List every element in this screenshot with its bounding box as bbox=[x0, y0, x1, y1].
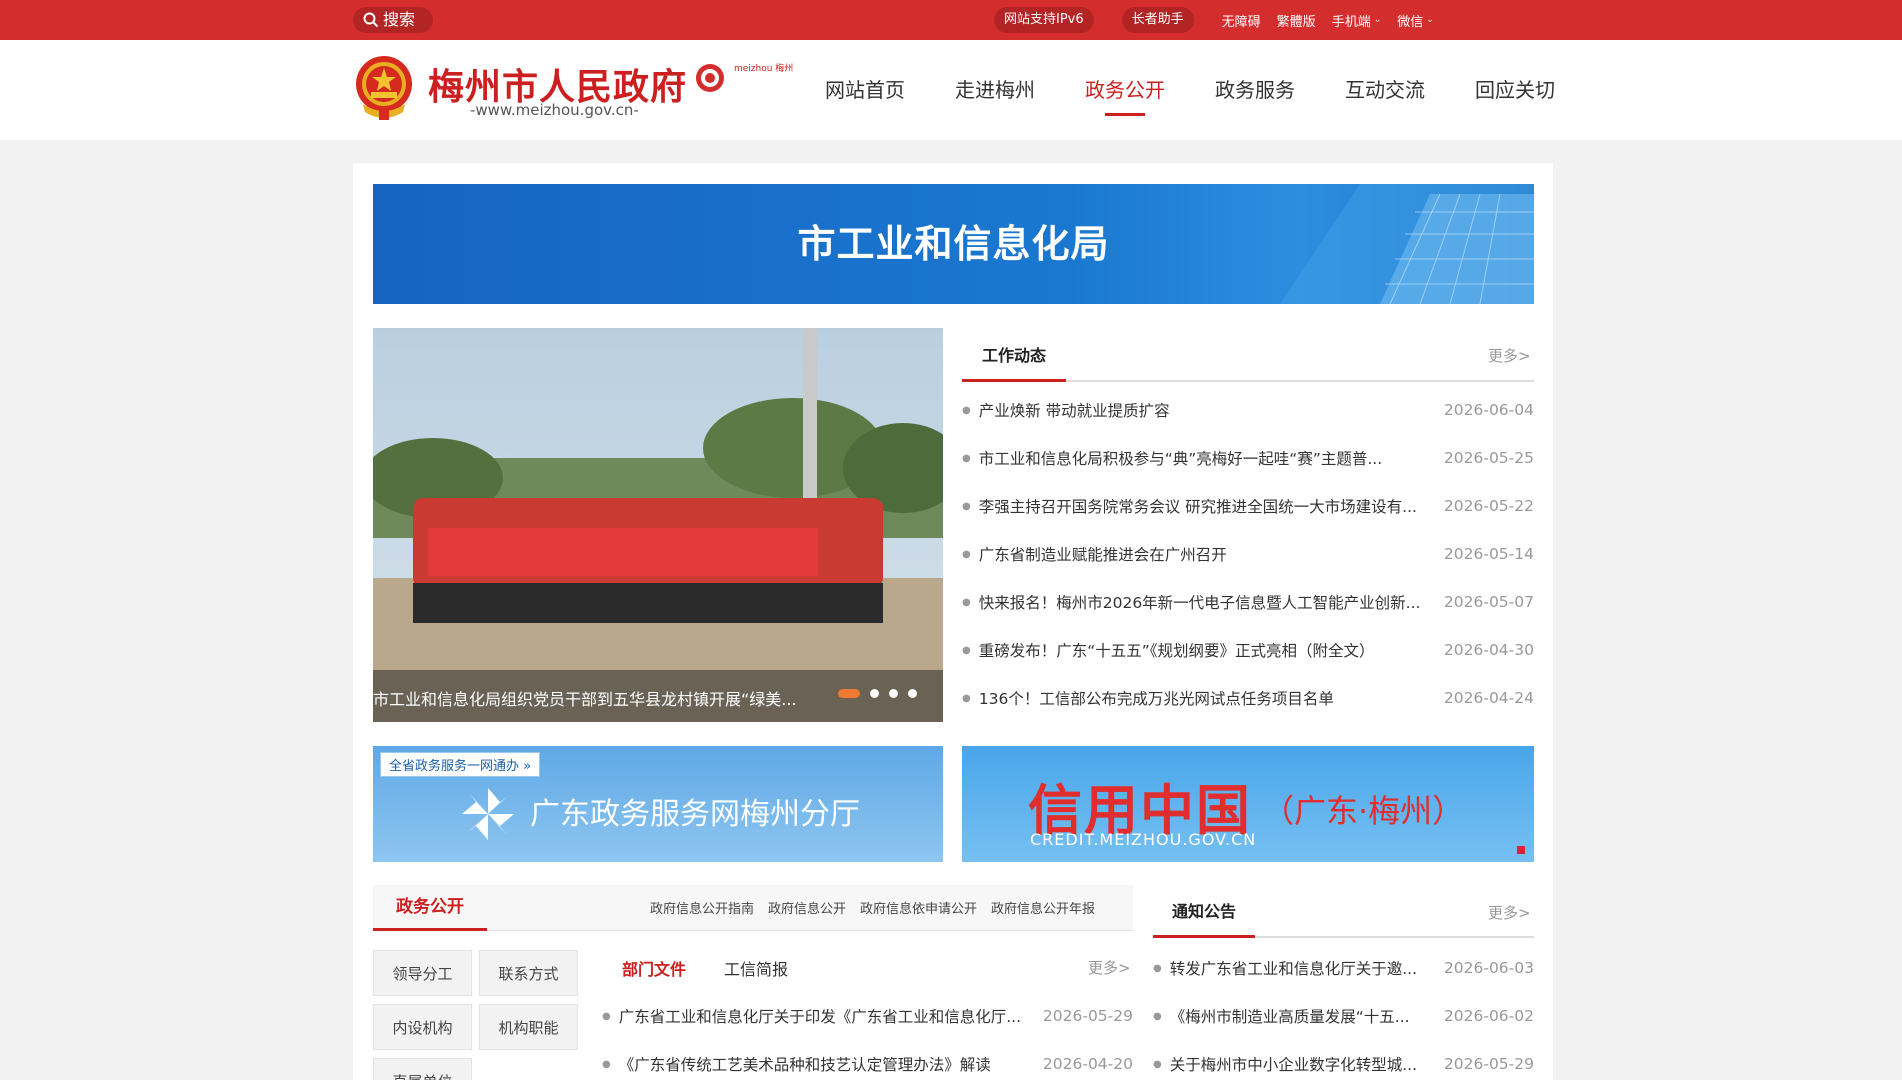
list-item[interactable]: ● 李强主持召开国务院常务会议 研究推进全国统一大市场建设有... 2026-05-… bbox=[962, 482, 1534, 530]
slide-caption[interactable]: 市工业和信息化局组织党员干部到五华县龙村镇开展“绿美... bbox=[373, 686, 813, 710]
top-links: 网站支持IPv6 长者助手 无障碍 繁體版 手机端 ⌄ 微信 ⌄ bbox=[994, 7, 1450, 33]
search-icon bbox=[363, 12, 379, 28]
list-item[interactable]: ● 广东省工业和信息化厅关于印发《广东省工业和信息化厅... 2026-05-29 bbox=[602, 992, 1133, 1040]
list-item[interactable]: ● 产业焕新 带动就业提质扩容 2026-06-04 bbox=[962, 386, 1534, 434]
slide-dot[interactable] bbox=[838, 689, 860, 698]
list-item[interactable]: ● 《广东省传统工艺美术品种和技艺认定管理办法》解读 2026-04-20 bbox=[602, 1040, 1133, 1080]
link-info-guide[interactable]: 政府信息公开指南 bbox=[650, 898, 754, 917]
gov-open-more-link[interactable]: 更多> bbox=[1088, 957, 1131, 978]
gd-service-title[interactable]: 广东政务服务网梅州分厅 bbox=[530, 789, 860, 833]
functions-button[interactable]: 机构职能 bbox=[479, 1004, 578, 1050]
nav-interaction[interactable]: 互动交流 bbox=[1320, 40, 1450, 140]
notices-more-link[interactable]: 更多> bbox=[1488, 902, 1531, 923]
wechat-dropdown[interactable]: 微信 ⌄ bbox=[1397, 11, 1434, 30]
top-bar: 搜索 网站支持IPv6 长者助手 无障碍 繁體版 手机端 ⌄ 微信 ⌄ bbox=[0, 0, 1902, 40]
mobile-dropdown[interactable]: 手机端 ⌄ bbox=[1332, 11, 1382, 30]
list-item[interactable]: ● 市工业和信息化局积极参与“典”亮梅好一起哇“赛”主题普... 2026-05-2… bbox=[962, 434, 1534, 482]
main-nav: 网站首页 走进梅州 政务公开 政务服务 互动交流 回应关切 bbox=[800, 40, 1580, 140]
banner-indicator bbox=[1517, 846, 1525, 854]
tab-work-news[interactable]: 工作动态 bbox=[962, 330, 1066, 382]
list-item[interactable]: ● 快来报名！梅州市2026年新一代电子信息暨人工智能产业创新... 2026-05… bbox=[962, 578, 1534, 626]
list-item[interactable]: ● 重磅发布！广东“十五五”《规划纲要》正式亮相（附全文） 2026-04-30 bbox=[962, 626, 1534, 674]
leader-division-button[interactable]: 领导分工 bbox=[373, 950, 472, 996]
photo-slideshow[interactable] bbox=[373, 328, 943, 722]
credit-china-subtitle: （广东·梅州） bbox=[1262, 792, 1465, 830]
tab-notices[interactable]: 通知公告 bbox=[1153, 886, 1255, 938]
elder-assistant-button[interactable]: 长者助手 bbox=[1121, 7, 1194, 33]
traditional-chinese-link[interactable]: 繁體版 bbox=[1277, 11, 1316, 30]
gd-service-tag[interactable]: 全省政务服务一网通办 » bbox=[380, 752, 541, 777]
link-info-open[interactable]: 政府信息公开 bbox=[768, 898, 846, 917]
group-photo bbox=[373, 328, 943, 722]
nav-concerns[interactable]: 回应关切 bbox=[1450, 40, 1580, 140]
slide-dot[interactable] bbox=[870, 689, 879, 698]
notices-header: 通知公告 bbox=[1153, 886, 1534, 938]
notices-list: ● 转发广东省工业和信息化厅关于邀... 2026-06-03 ● 《梅州市制造业高质… bbox=[1153, 944, 1534, 1080]
ipv6-badge[interactable]: 网站支持IPv6 bbox=[994, 7, 1094, 33]
list-item[interactable]: ● 《梅州市制造业高质量发展“十五... 2026-06-02 bbox=[1153, 992, 1534, 1040]
list-item[interactable]: ● 转发广东省工业和信息化厅关于邀... 2026-06-03 bbox=[1153, 944, 1534, 992]
search-button[interactable]: 搜索 bbox=[353, 7, 433, 33]
city-logo-text: meizhou 梅州 bbox=[734, 64, 794, 74]
nav-about-meizhou[interactable]: 走进梅州 bbox=[930, 40, 1060, 140]
nav-gov-services[interactable]: 政务服务 bbox=[1190, 40, 1320, 140]
slide-dots bbox=[838, 689, 917, 698]
work-news-more-link[interactable]: 更多> bbox=[1488, 345, 1531, 366]
work-news-header: 工作动态 bbox=[962, 330, 1534, 382]
list-item[interactable]: ● 136个！工信部公布完成万兆光网试点任务项目名单 2026-04-24 bbox=[962, 674, 1534, 722]
work-news-list: ● 产业焕新 带动就业提质扩容 2026-06-04 ● 市工业和信息化局积极参与“典… bbox=[962, 386, 1534, 722]
gov-open-links: 政府信息公开指南 政府信息公开 政府信息依申请公开 政府信息公开年报 bbox=[650, 898, 1095, 917]
pinwheel-icon bbox=[462, 788, 514, 840]
nav-home[interactable]: 网站首页 bbox=[800, 40, 930, 140]
tab-department-docs[interactable]: 部门文件 bbox=[622, 956, 686, 980]
department-docs-list: ● 广东省工业和信息化厅关于印发《广东省工业和信息化厅... 2026-05-29 … bbox=[602, 992, 1133, 1080]
nav-gov-affairs-open[interactable]: 政务公开 bbox=[1060, 40, 1190, 140]
chevron-down-icon: ⌄ bbox=[1426, 15, 1434, 25]
national-emblem-icon bbox=[356, 56, 412, 120]
accessibility-link[interactable]: 无障碍 bbox=[1222, 11, 1261, 30]
link-info-request[interactable]: 政府信息依申请公开 bbox=[860, 898, 977, 917]
tab-briefing[interactable]: 工信简报 bbox=[724, 956, 788, 980]
link-info-annual-report[interactable]: 政府信息公开年报 bbox=[991, 898, 1095, 917]
slide-dot[interactable] bbox=[908, 689, 917, 698]
credit-china-url: CREDIT.MEIZHOU.GOV.CN bbox=[1030, 830, 1257, 849]
site-url: -www.meizhou.gov.cn- bbox=[470, 101, 639, 119]
building-graphic bbox=[1280, 184, 1534, 304]
affiliated-units-button[interactable]: 直属单位 bbox=[373, 1058, 472, 1080]
search-label: 搜索 bbox=[383, 10, 416, 29]
list-item[interactable]: ● 关于梅州市中小企业数字化转型城... 2026-05-29 bbox=[1153, 1040, 1534, 1080]
chevron-down-icon: ⌄ bbox=[1373, 15, 1382, 25]
internal-departments-button[interactable]: 内设机构 bbox=[373, 1004, 472, 1050]
gov-open-title[interactable]: 政务公开 bbox=[373, 885, 487, 931]
contact-button[interactable]: 联系方式 bbox=[479, 950, 578, 996]
list-item[interactable]: ● 广东省制造业赋能推进会在广州召开 2026-05-14 bbox=[962, 530, 1534, 578]
slide-dot[interactable] bbox=[889, 689, 898, 698]
